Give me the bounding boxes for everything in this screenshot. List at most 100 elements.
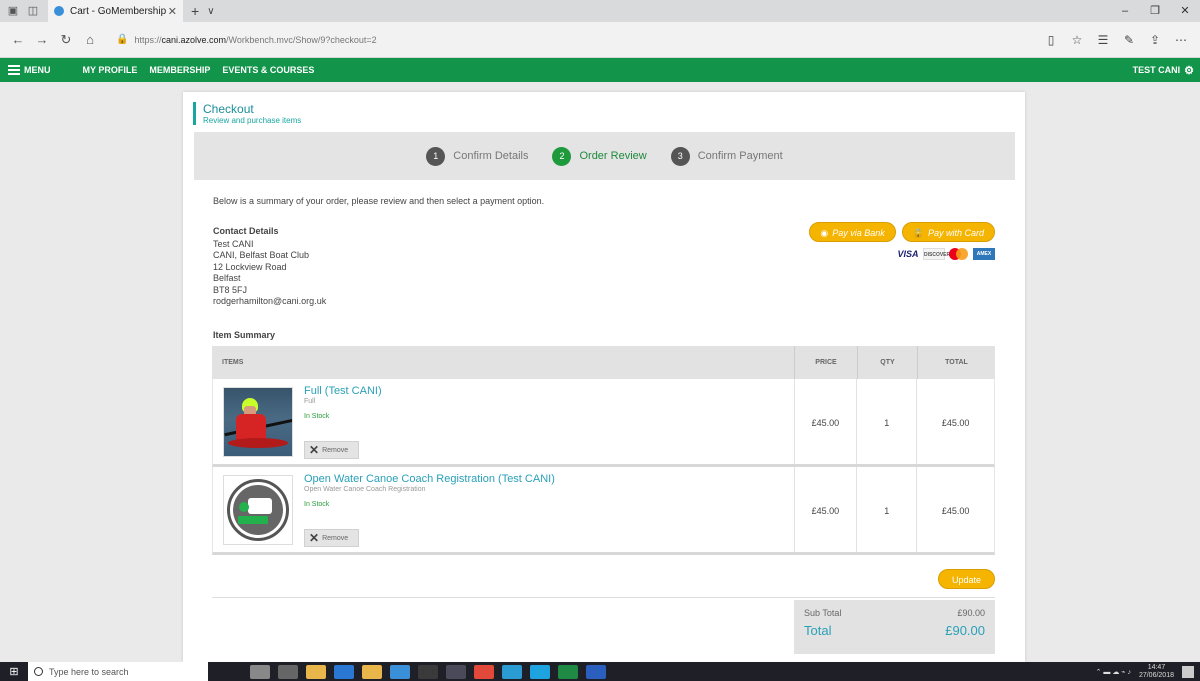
clock[interactable]: 14:47 27/06/2018: [1139, 664, 1174, 680]
kayaker-photo: [223, 387, 293, 457]
edge-icon[interactable]: [334, 664, 354, 679]
people-icon[interactable]: [502, 664, 522, 679]
tab-list-button[interactable]: ∨: [207, 6, 214, 17]
task-view-icon[interactable]: [278, 664, 298, 679]
contact-label: Contact Details: [213, 226, 279, 236]
step-number: 2: [552, 146, 572, 166]
url-field[interactable]: 🔒 https://cani.azolve.com/Workbench.mvc/…: [116, 28, 1046, 52]
col-price-header: PRICE: [794, 346, 857, 379]
notifications-icon[interactable]: [1182, 665, 1194, 678]
close-window-icon[interactable]: ✕: [1170, 0, 1200, 22]
minimize-icon[interactable]: –: [1110, 0, 1140, 22]
bank-icon: ◉: [820, 228, 829, 238]
more-icon[interactable]: ⋯: [1168, 33, 1194, 47]
update-button[interactable]: Update: [938, 569, 995, 589]
item-price: £45.00: [793, 379, 857, 464]
remove-button[interactable]: ✕ Remove: [304, 529, 359, 547]
browser-tab[interactable]: Cart - GoMembership ✕: [48, 0, 183, 22]
share-icon[interactable]: ⇪: [1142, 33, 1168, 47]
favorite-star-icon[interactable]: ☆: [1064, 33, 1090, 47]
lock-icon: 🔒: [912, 228, 924, 238]
step-label: Confirm Details: [453, 150, 529, 162]
skype-icon[interactable]: [530, 664, 550, 679]
stock-status: In Stock: [304, 413, 330, 420]
microphone-icon[interactable]: [250, 664, 270, 679]
subtotal-label: Sub Total: [804, 608, 842, 618]
file-explorer-icon[interactable]: [306, 664, 326, 679]
step-confirm-details[interactable]: 1 Confirm Details: [426, 146, 529, 166]
close-icon: ✕: [309, 531, 320, 545]
url-domain: cani.azolve.com: [161, 34, 226, 45]
user-menu[interactable]: TEST CANI ⚙: [1133, 64, 1194, 77]
page-header: Checkout Review and purchase items: [193, 102, 301, 125]
site-nav: MENU MY PROFILE MEMBERSHIP EVENTS & COUR…: [0, 58, 1200, 82]
step-number: 3: [670, 146, 690, 166]
nav-membership[interactable]: MEMBERSHIP: [149, 65, 210, 75]
item-total: £45.00: [916, 379, 994, 464]
nav-events-courses[interactable]: EVENTS & COURSES: [222, 65, 314, 75]
step-number: 1: [426, 146, 446, 166]
step-label: Confirm Payment: [697, 150, 783, 162]
tab-close-icon[interactable]: ✕: [168, 5, 177, 18]
gear-icon: ⚙: [1184, 64, 1194, 77]
site-favicon-icon: [54, 6, 64, 16]
restore-icon[interactable]: ❐: [1140, 0, 1170, 22]
item-price: £45.00: [793, 467, 857, 552]
store-icon[interactable]: [362, 664, 382, 679]
forward-arrow-icon[interactable]: →: [30, 32, 54, 47]
refresh-icon[interactable]: ↻: [54, 32, 78, 48]
notes-icon[interactable]: ✎: [1116, 33, 1142, 47]
clock-date: 27/06/2018: [1138, 671, 1174, 679]
infinity-icon[interactable]: [446, 664, 466, 679]
taskbar: ⊞ Type here to search ⌃ ▬ ☁ ⌁ ♪ 14:47 27…: [0, 662, 1200, 681]
item-subtitle: Full: [304, 398, 316, 405]
back-arrow-icon[interactable]: ←: [6, 32, 30, 47]
reading-view-icon[interactable]: ▯: [1038, 33, 1064, 47]
amazon-icon[interactable]: [418, 664, 438, 679]
word-icon[interactable]: [586, 664, 606, 679]
system-tray: ⌃ ▬ ☁ ⌁ ♪ 14:47 27/06/2018: [1096, 662, 1194, 681]
item-name-link[interactable]: Open Water Canoe Coach Registration (Tes…: [304, 473, 555, 485]
new-tab-button[interactable]: +: [191, 3, 199, 19]
contact-name: Test CANI: [213, 238, 254, 249]
chrome-icon[interactable]: [474, 664, 494, 679]
address-bar-row: ← → ↻ ⌂ 🔒 https://cani.azolve.com/Workbe…: [0, 22, 1200, 58]
contact-details: Contact Details Test CANI CANI, Belfast …: [213, 226, 326, 308]
contact-email: rodgerhamilton@cani.org.uk: [213, 296, 327, 306]
pay-via-bank-button[interactable]: ◉ Pay via Bank: [809, 222, 896, 242]
taskbar-search[interactable]: Type here to search: [28, 662, 208, 681]
set-aside-tabs-icon[interactable]: ▣: [6, 5, 20, 17]
favorites-list-icon[interactable]: ☰: [1090, 33, 1116, 47]
contact-street: 12 Lockview Road: [213, 261, 287, 272]
payment-options: ◉ Pay via Bank 🔒 Pay with Card: [803, 222, 995, 242]
remove-label: Remove: [322, 446, 349, 454]
user-name: TEST CANI: [1132, 65, 1181, 75]
menu-label: MENU: [24, 65, 51, 75]
contact-postcode: BT8 5FJ: [213, 284, 248, 295]
tray-icons[interactable]: ⌃ ▬ ☁ ⌁ ♪: [1096, 668, 1131, 676]
menu-button[interactable]: MENU: [8, 63, 51, 77]
intro-text: Below is a summary of your order, please…: [213, 196, 545, 206]
contact-city: Belfast: [213, 273, 241, 283]
stock-status: In Stock: [304, 501, 330, 508]
lock-icon: 🔒: [116, 34, 129, 45]
url-prefix: https://: [134, 34, 162, 45]
item-name-link[interactable]: Full (Test CANI): [304, 385, 382, 397]
nav-my-profile[interactable]: MY PROFILE: [83, 65, 138, 75]
home-icon[interactable]: ⌂: [78, 32, 102, 47]
step-label: Order Review: [579, 150, 647, 162]
remove-button[interactable]: ✕ Remove: [304, 441, 359, 459]
step-confirm-payment: 3 Confirm Payment: [670, 146, 783, 166]
url-path: /Workbench.mvc/Show/9?checkout=2: [226, 34, 377, 45]
windows-start-icon[interactable]: ⊞: [0, 665, 28, 678]
item-qty: 1: [856, 467, 916, 552]
close-icon: ✕: [309, 443, 320, 457]
discover-logo: DISCOVER: [923, 248, 950, 260]
table-row: Full (Test CANI) Full In Stock ✕ Remove £…: [212, 379, 995, 467]
item-summary-label: Item Summary: [213, 330, 276, 340]
tab-preview-icon[interactable]: ◫: [26, 5, 40, 17]
taskbar-apps: [250, 664, 614, 679]
excel-icon[interactable]: [558, 664, 578, 679]
pay-with-card-button[interactable]: 🔒 Pay with Card: [901, 222, 995, 242]
dropbox-icon[interactable]: [390, 664, 410, 679]
